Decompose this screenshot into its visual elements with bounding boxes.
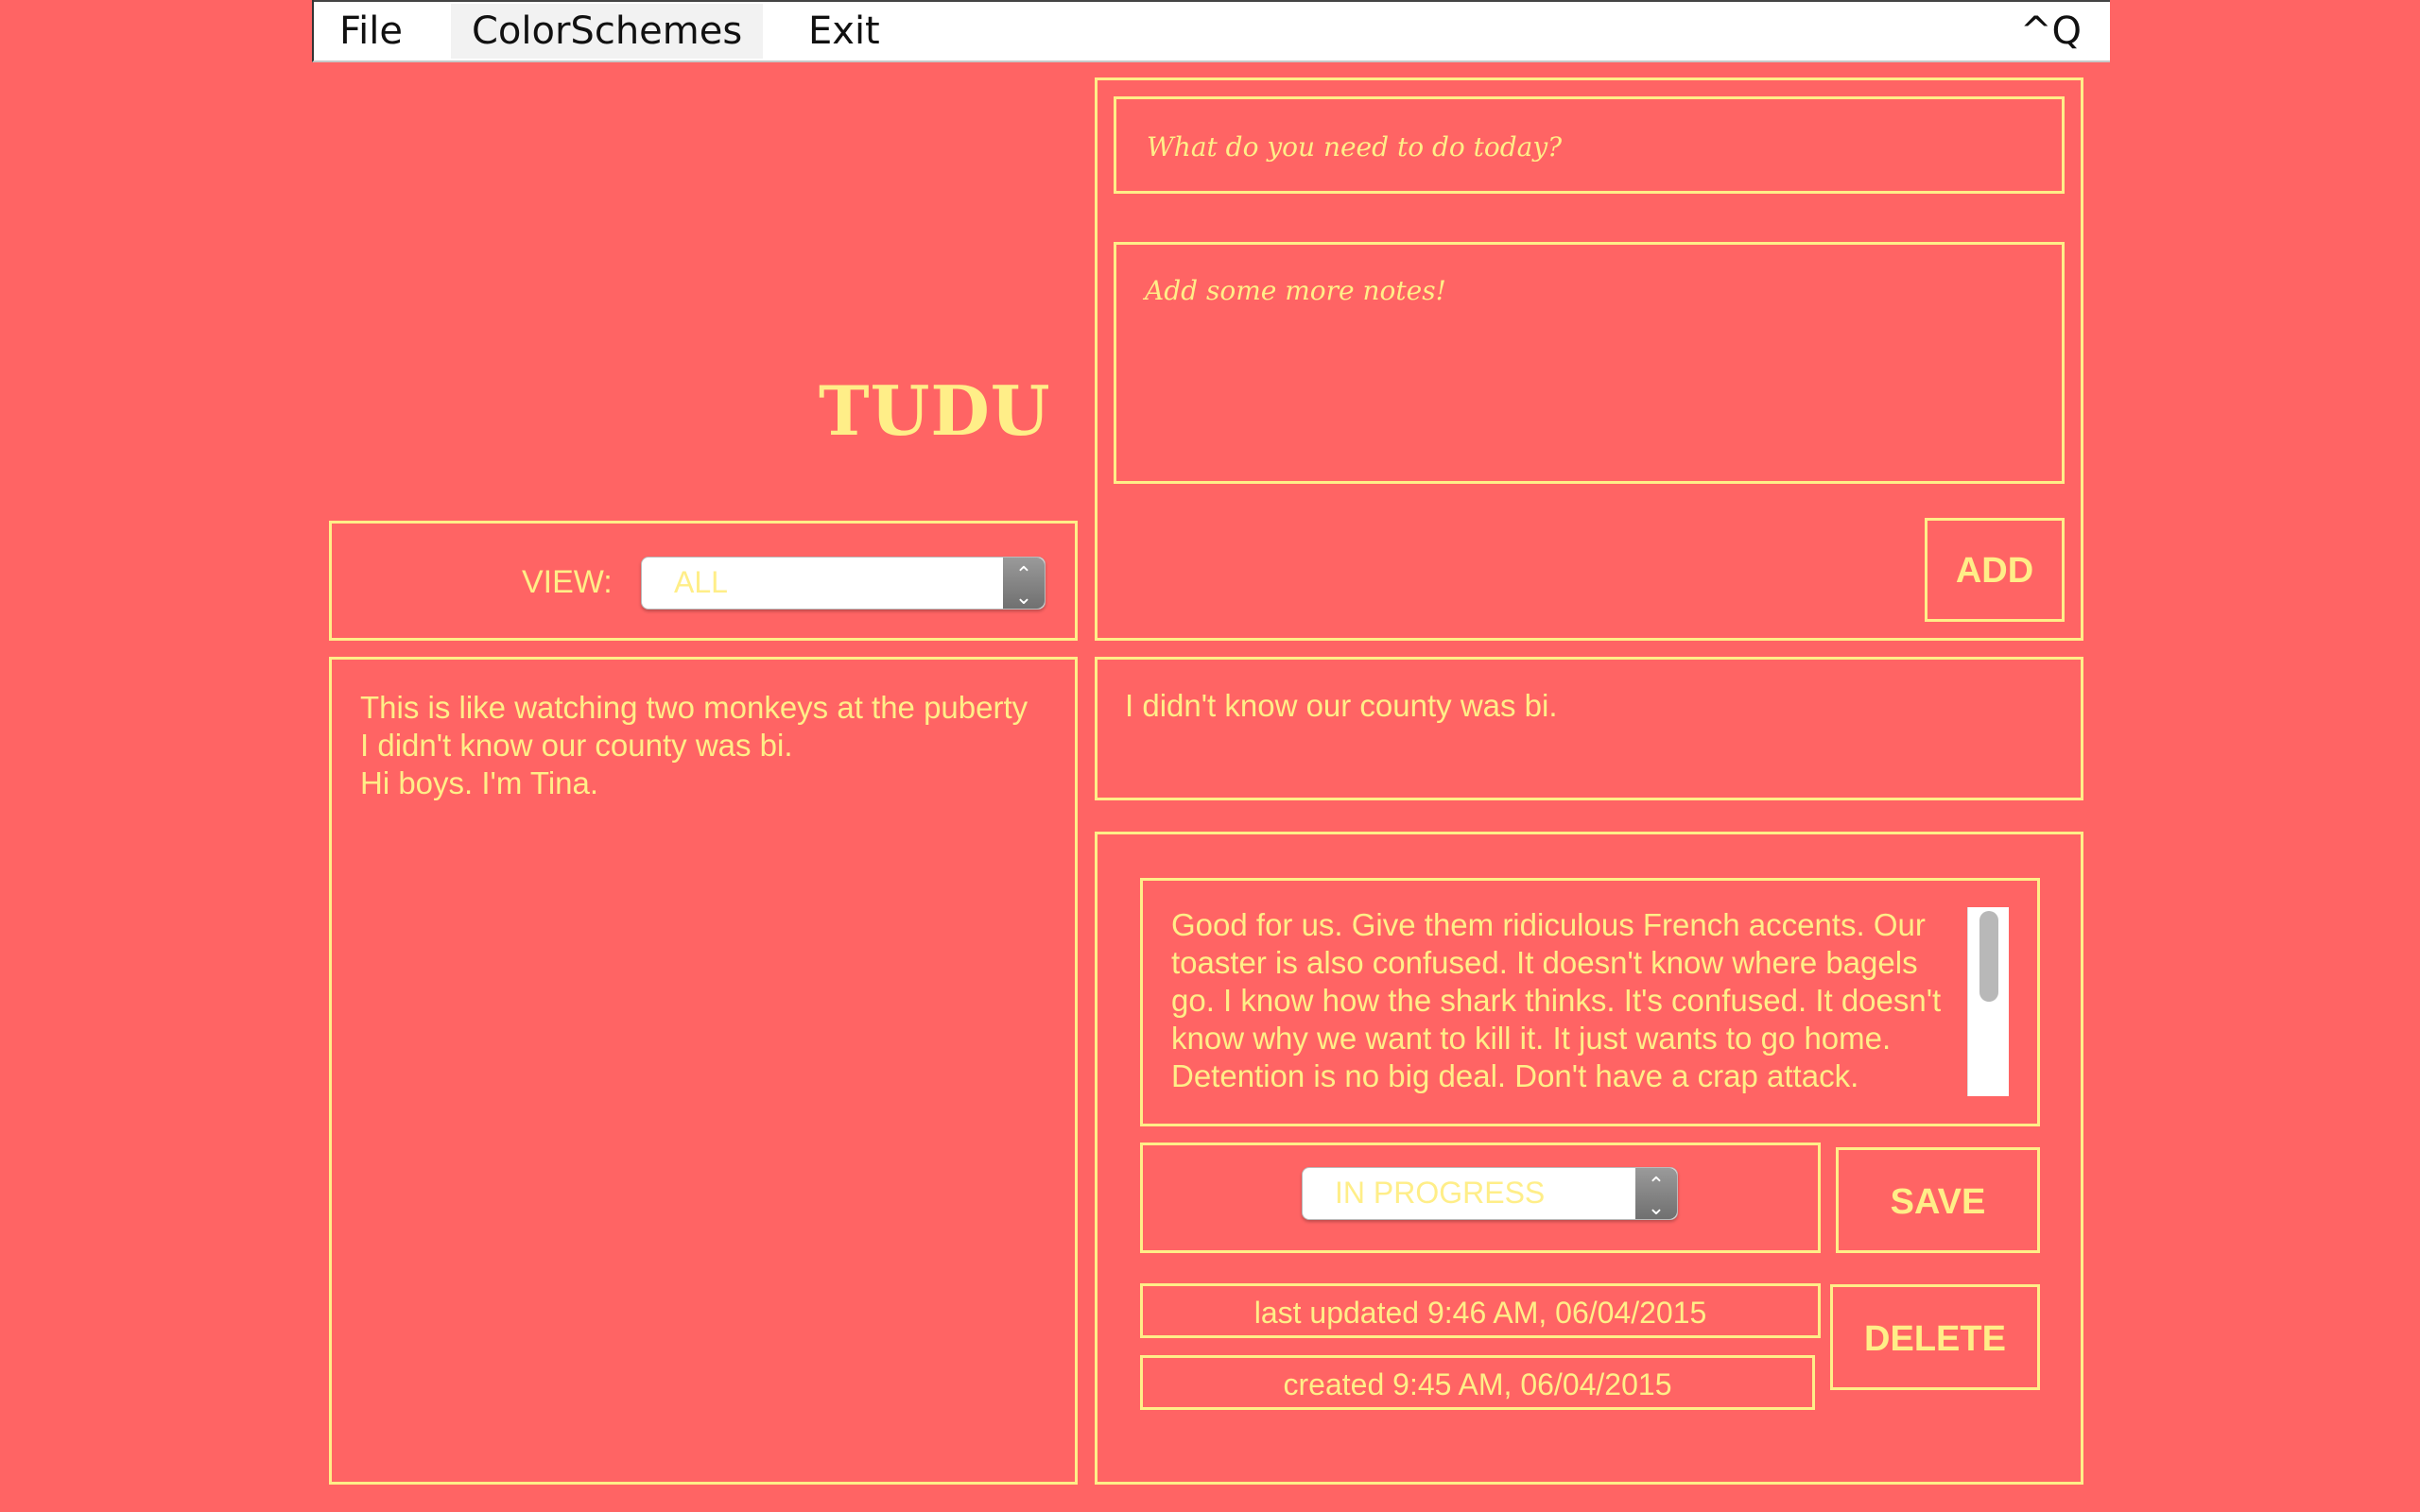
menu-file[interactable]: File <box>339 9 403 53</box>
task-title-input[interactable]: What do you need to do today? <box>1114 96 2065 194</box>
save-button[interactable]: SAVE <box>1836 1147 2040 1253</box>
list-item[interactable]: I didn't know our county was bi. <box>360 728 793 764</box>
add-button-label: ADD <box>1955 551 2034 591</box>
last-updated-timestamp: last updated 9:46 AM, 06/04/2015 <box>1140 1283 1821 1338</box>
view-select-value: ALL <box>674 565 728 599</box>
view-select[interactable]: ALL ⌃ ⌄ <box>641 557 1046 610</box>
selected-task-title-panel[interactable] <box>1095 657 2083 800</box>
note-line: know why we want to kill it. It just wan… <box>1171 1021 1892 1056</box>
scrollbar-thumb[interactable] <box>1979 911 1998 1002</box>
add-button[interactable]: ADD <box>1925 518 2065 622</box>
task-list[interactable]: This is like watching two monkeys at the… <box>329 657 1078 1485</box>
app-title: TUDU <box>819 370 1051 451</box>
created-text: created 9:45 AM, 06/04/2015 <box>1283 1367 1672 1401</box>
notes-scrollbar[interactable] <box>1967 907 2009 1096</box>
note-line: Good for us. Give them ridiculous French… <box>1171 907 1926 942</box>
selected-task-title[interactable]: I didn't know our county was bi. <box>1125 688 1558 724</box>
delete-button-label: DELETE <box>1864 1319 2006 1359</box>
task-notes-input[interactable]: Add some more notes! <box>1114 242 2065 484</box>
note-line: Detention is no big deal. Don't have a c… <box>1171 1058 1859 1093</box>
status-select[interactable]: IN PROGRESS ⌃ ⌄ <box>1302 1167 1678 1220</box>
list-item[interactable]: This is like watching two monkeys at the… <box>360 690 1028 726</box>
created-timestamp: created 9:45 AM, 06/04/2015 <box>1140 1355 1815 1410</box>
view-label: VIEW: <box>522 564 613 600</box>
menu-colorschemes[interactable]: ColorSchemes <box>451 4 764 59</box>
menu-exit[interactable]: Exit <box>808 9 880 53</box>
task-notes-editor[interactable]: Good for us. Give them ridiculous French… <box>1140 878 2040 1126</box>
save-button-label: SAVE <box>1890 1182 1986 1222</box>
note-line: toaster is also confused. It doesn't kno… <box>1171 945 1918 980</box>
task-title-placeholder: What do you need to do today? <box>1147 131 1563 163</box>
menu-bar: File ColorSchemes Exit ^Q <box>312 0 2110 62</box>
delete-button[interactable]: DELETE <box>1830 1284 2040 1390</box>
quit-shortcut[interactable]: ^Q <box>2020 9 2082 53</box>
task-notes-placeholder: Add some more notes! <box>1145 275 1446 306</box>
note-line: go. I know how the shark thinks. It's co… <box>1171 983 1942 1018</box>
chevron-up-down-icon: ⌃ ⌄ <box>1003 558 1045 609</box>
status-select-value: IN PROGRESS <box>1335 1176 1546 1210</box>
last-updated-text: last updated 9:46 AM, 06/04/2015 <box>1253 1296 1707 1330</box>
chevron-up-down-icon: ⌃ ⌄ <box>1635 1168 1677 1219</box>
list-item[interactable]: Hi boys. I'm Tina. <box>360 765 598 801</box>
